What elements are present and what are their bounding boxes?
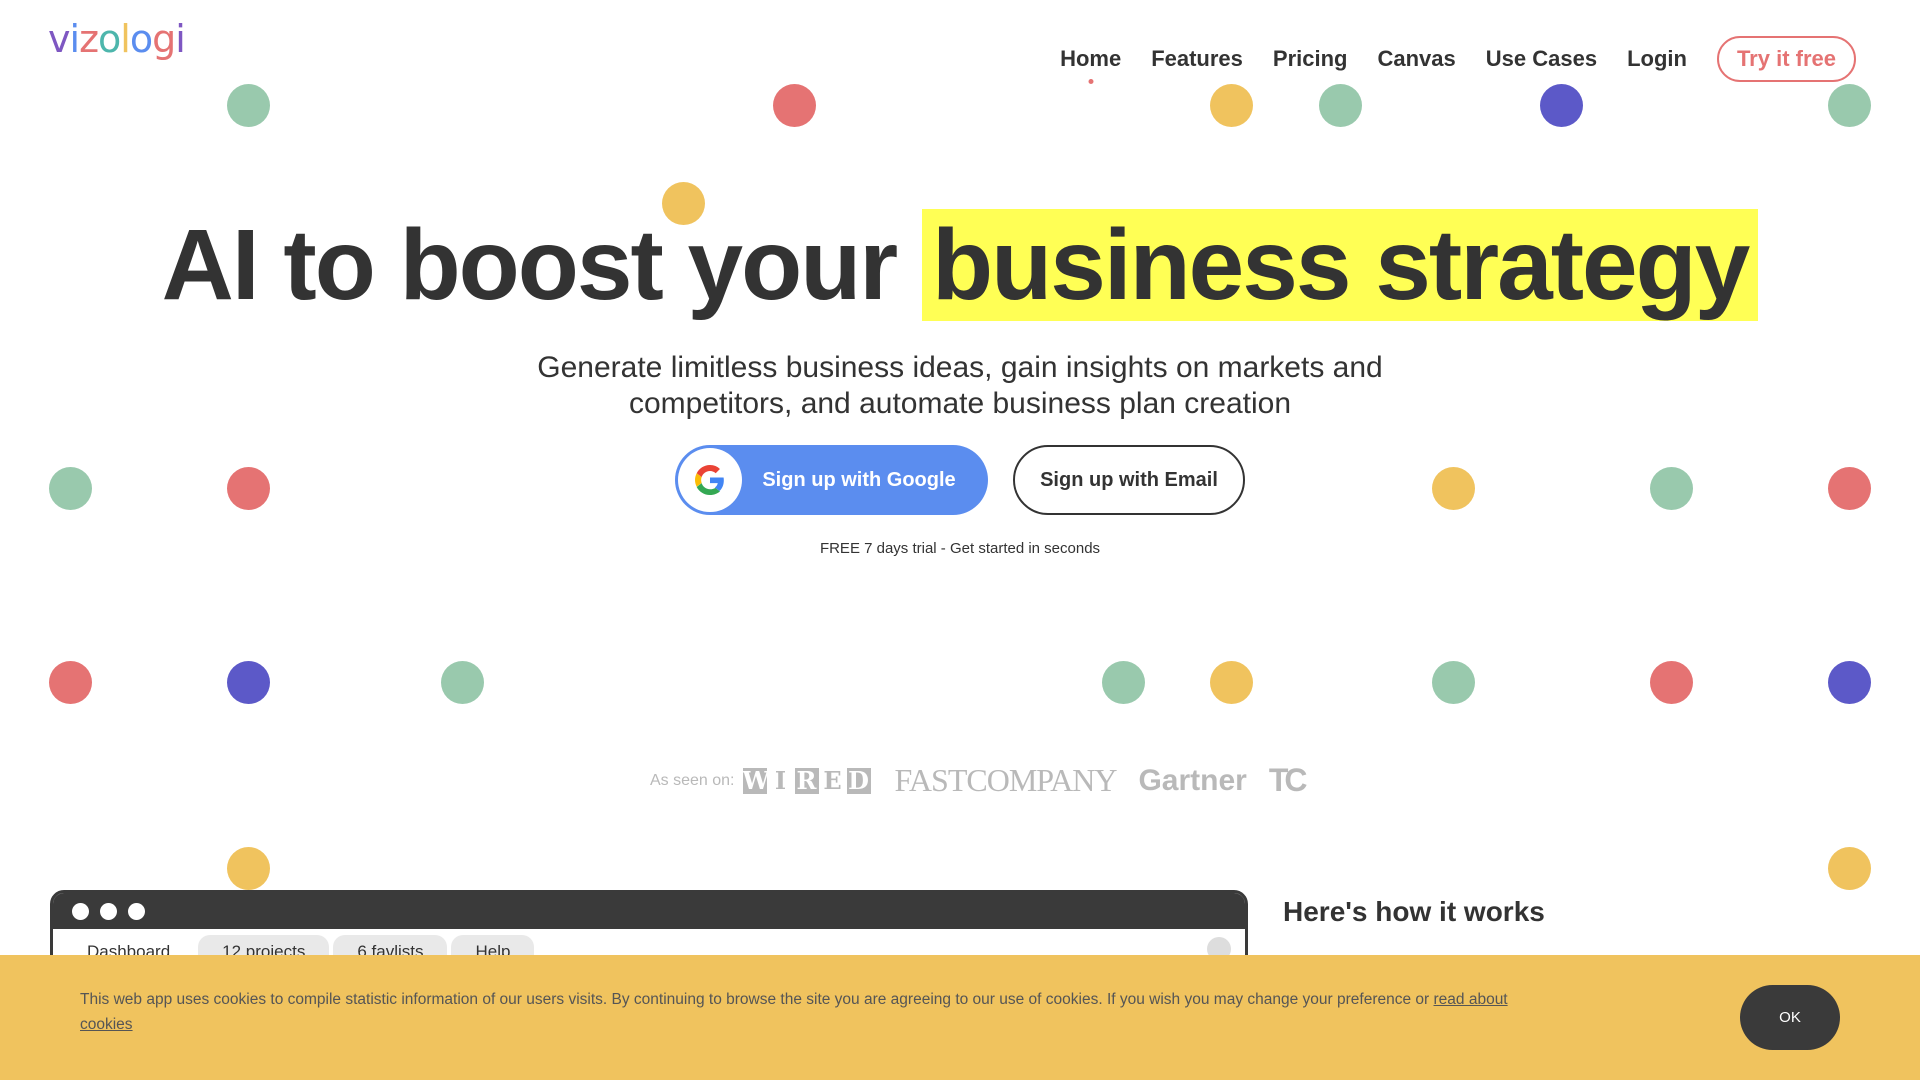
wired-letter: W [742, 765, 770, 795]
hero-title: AI to boost your business strategy [0, 209, 1920, 321]
decor-dot [1650, 467, 1693, 510]
wired-letter: R [794, 767, 819, 794]
try-it-free-button[interactable]: Try it free [1716, 36, 1856, 82]
decor-dot [227, 661, 270, 704]
cookie-banner: This web app uses cookies to compile sta… [0, 955, 1920, 1080]
decor-dot [1828, 467, 1871, 510]
nav-home[interactable]: Home [1060, 48, 1121, 70]
how-it-works-heading: Here's how it works [1283, 896, 1545, 927]
decor-dot [1828, 84, 1871, 127]
fastcompany-logo: FASTCOMPANY [894, 762, 1118, 798]
sign-up-google-button[interactable]: Sign up with Google [675, 445, 988, 515]
wired-letter: E [823, 765, 842, 795]
decor-dot [1828, 661, 1871, 704]
hero-subtitle: Generate limitless business ideas, gain … [537, 351, 1383, 420]
decor-dot [49, 661, 92, 704]
window-bar [53, 893, 1245, 929]
decor-dot [227, 467, 270, 510]
logo-text: vizologi [48, 17, 186, 61]
wired-letter: D [846, 765, 871, 795]
wired-letter: I [774, 765, 787, 795]
window-dot [100, 902, 117, 920]
decor-dot [1319, 84, 1362, 127]
vizologi-logo[interactable]: vizologi [48, 17, 186, 61]
logo-letter: o [129, 17, 153, 61]
google-button-label: Sign up with Google [762, 468, 956, 491]
window-dot [72, 902, 89, 920]
decor-dot [1650, 661, 1693, 704]
google-icon [678, 448, 742, 512]
cookie-text: This web app uses cookies to compile sta… [80, 987, 1540, 1037]
decor-dot [441, 661, 484, 704]
logo-letter: i [175, 17, 186, 61]
decor-dot [1540, 84, 1583, 127]
decor-dot [1828, 847, 1871, 890]
logo-letter: g [152, 17, 176, 61]
decor-dot [1210, 661, 1253, 704]
nav-features[interactable]: Features [1151, 48, 1243, 70]
hero-title-highlight: business strategy [922, 209, 1759, 321]
hero-title-main: AI to boost your [161, 209, 899, 321]
logo-letter: i [69, 17, 81, 61]
as-seen-on-label: As seen on: [650, 771, 735, 789]
wired-logo: WIRED [742, 765, 873, 795]
gartner-logo: Gartner [1138, 763, 1247, 797]
window-dot [128, 902, 145, 920]
decor-dot [773, 84, 816, 127]
cookie-message: This web app uses cookies to compile sta… [80, 991, 1434, 1008]
techcrunch-logo: TC [1268, 762, 1308, 798]
decor-dot [227, 847, 270, 890]
nav-pricing[interactable]: Pricing [1273, 48, 1348, 70]
decor-dot [1432, 661, 1475, 704]
press-logos: As seen on: WIRED FASTCOMPANY Gartner TC [650, 762, 1308, 799]
trial-note: FREE 7 days trial - Get started in secon… [819, 540, 1101, 557]
logo-letter: v [48, 17, 70, 61]
sign-up-email-button[interactable]: Sign up with Email [1013, 445, 1245, 515]
decor-dot [49, 467, 92, 510]
logo-letter: o [98, 17, 121, 61]
nav-login[interactable]: Login [1627, 48, 1687, 70]
decor-dot [1210, 84, 1253, 127]
main-nav: Home Features Pricing Canvas Use Cases L… [1030, 36, 1856, 82]
logo-letter: z [79, 17, 99, 61]
decor-dot [1432, 467, 1475, 510]
cookie-ok-button[interactable]: OK [1740, 985, 1840, 1050]
nav-use-cases[interactable]: Use Cases [1486, 48, 1597, 70]
nav-canvas[interactable]: Canvas [1377, 48, 1455, 70]
logo-letter: l [120, 17, 131, 61]
decor-dot [227, 84, 270, 127]
decor-dot [1102, 661, 1145, 704]
